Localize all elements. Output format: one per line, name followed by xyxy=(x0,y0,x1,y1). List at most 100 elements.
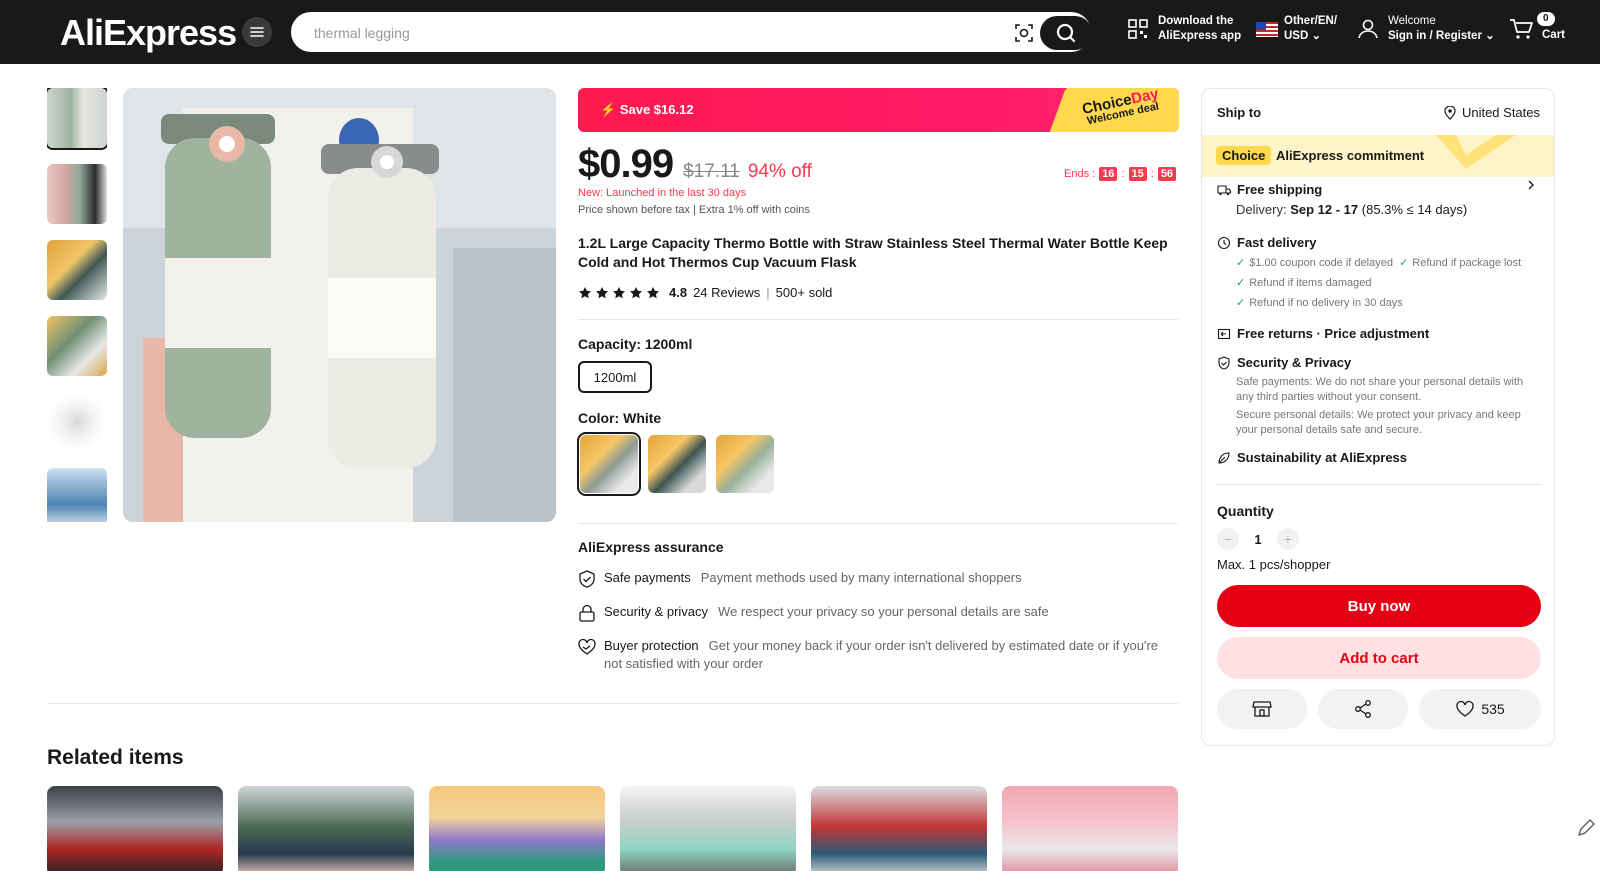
camera-scan-icon xyxy=(1015,24,1033,42)
locale-currency-selector[interactable]: Other/EN/USD ⌄ xyxy=(1256,14,1337,44)
related-item[interactable] xyxy=(47,786,223,871)
fast-delivery-item: ✓ Refund if items damaged xyxy=(1236,277,1372,289)
promo-banner: ⚡ Save $16.12 ChoiceDay Welcome deal xyxy=(578,88,1179,132)
security-privacy-row: Security & Privacy xyxy=(1217,355,1351,370)
security-personal-details-text: Secure personal details: We protect your… xyxy=(1236,409,1521,436)
cart-count-badge: 0 xyxy=(1537,12,1555,26)
related-item[interactable] xyxy=(620,786,796,871)
quantity-decrease-button[interactable]: − xyxy=(1217,528,1239,550)
countdown-timer: Ends : 16: 15: 56 xyxy=(1064,167,1180,181)
image-search-button[interactable] xyxy=(1012,21,1036,45)
shield-check-icon xyxy=(579,570,595,588)
chevron-right-icon[interactable] xyxy=(1526,178,1536,192)
thumbnail-4[interactable] xyxy=(47,316,107,376)
delivery-rate: (85.3% ≤ 14 days) xyxy=(1361,202,1468,217)
welcome-text: Welcome xyxy=(1388,15,1436,27)
cart-icon xyxy=(1510,18,1533,39)
thumbnail-6[interactable] xyxy=(47,468,107,522)
user-icon xyxy=(1358,19,1378,39)
related-item[interactable] xyxy=(811,786,987,871)
divider xyxy=(1217,484,1541,485)
account-menu[interactable]: Welcome Sign in / Register ⌄ xyxy=(1356,14,1495,44)
download-line2: AliExpress app xyxy=(1158,30,1242,42)
assurance-item-title: Safe payments xyxy=(604,570,691,585)
quantity-value[interactable]: 1 xyxy=(1239,532,1277,547)
price-block: $0.99 $17.11 94% off xyxy=(578,142,812,187)
new-launch-note: New: Launched in the last 30 days xyxy=(578,187,747,199)
aliexpress-logo[interactable]: AliExpress xyxy=(60,12,237,54)
star-icon xyxy=(579,286,591,298)
save-amount: ⚡ Save $16.12 xyxy=(600,102,694,117)
free-returns-row: Free returns · Price adjustment xyxy=(1217,326,1429,341)
related-items-title: Related items xyxy=(47,746,184,769)
truck-icon xyxy=(1217,184,1231,195)
feedback-edit-icon[interactable] xyxy=(1574,816,1598,840)
main-product-image[interactable] xyxy=(123,88,556,522)
lock-icon xyxy=(579,604,595,622)
share-button[interactable] xyxy=(1318,689,1408,729)
color-swatch-green[interactable] xyxy=(716,435,774,493)
free-returns-title: Free returns · Price adjustment xyxy=(1237,326,1430,341)
search-input[interactable] xyxy=(314,23,974,43)
countdown-minutes: 15 xyxy=(1128,167,1147,181)
ship-to-country-selector[interactable]: United States xyxy=(1444,105,1540,120)
check-mark-decoration-icon xyxy=(1436,135,1516,169)
search-button[interactable] xyxy=(1040,16,1092,50)
download-app-link[interactable]: Download the AliExpress app xyxy=(1126,14,1241,44)
thumbnail-3[interactable] xyxy=(47,240,107,300)
store-button[interactable] xyxy=(1217,689,1307,729)
wishlist-button[interactable]: 535 xyxy=(1419,689,1541,729)
capacity-option-1200ml[interactable]: 1200ml xyxy=(578,361,652,393)
choice-chip: Choice xyxy=(1216,146,1272,165)
color-swatch-dark-green[interactable] xyxy=(648,435,706,493)
quantity-increase-button[interactable]: + xyxy=(1277,528,1299,550)
leaf-icon xyxy=(1218,451,1230,464)
free-shipping-row[interactable]: Free shipping xyxy=(1217,182,1322,197)
color-label: Color: White xyxy=(578,410,662,426)
sustainability-row[interactable]: Sustainability at AliExpress xyxy=(1217,450,1407,465)
hamburger-icon xyxy=(250,27,264,37)
handshake-heart-icon xyxy=(578,638,596,655)
choice-commitment-text: AliExpress commitment xyxy=(1276,148,1425,163)
thermos-bottles-illustration xyxy=(123,88,556,522)
tax-note: Price shown before tax | Extra 1% off wi… xyxy=(578,204,810,216)
rating-row: 4.8 24 Reviews | 500+ sold xyxy=(578,285,832,300)
store-icon xyxy=(1252,701,1272,717)
assurance-safe-payments: Safe payments Payment methods used by ma… xyxy=(578,569,1178,588)
rating-stars xyxy=(578,286,663,300)
thumbnail-5[interactable] xyxy=(47,392,107,452)
free-shipping-title: Free shipping xyxy=(1237,182,1323,197)
original-price: $17.11 xyxy=(683,161,740,182)
assurance-title: AliExpress assurance xyxy=(578,539,724,555)
assurance-item-title: Buyer protection xyxy=(604,638,699,653)
countdown-hours: 16 xyxy=(1099,167,1118,181)
share-icon xyxy=(1355,700,1371,718)
add-to-cart-button[interactable]: Add to cart xyxy=(1217,637,1541,679)
related-item[interactable] xyxy=(1002,786,1178,871)
divider xyxy=(578,523,1178,524)
heart-icon xyxy=(1456,700,1474,717)
assurance-item-title: Security & privacy xyxy=(604,604,709,619)
menu-button[interactable] xyxy=(242,17,272,47)
wishlist-count: 535 xyxy=(1481,701,1505,717)
reviews-link[interactable]: 24 Reviews xyxy=(693,285,760,300)
buy-now-button[interactable]: Buy now xyxy=(1217,585,1541,627)
star-icon xyxy=(613,286,625,298)
current-price: $0.99 xyxy=(578,142,674,186)
rating-value: 4.8 xyxy=(669,285,688,300)
assurance-security-privacy: Security & privacy We respect your priva… xyxy=(578,603,1178,622)
qr-code-icon xyxy=(1128,19,1148,39)
sustainability-title: Sustainability at AliExpress xyxy=(1237,450,1408,465)
related-item[interactable] xyxy=(238,786,414,871)
quantity-stepper: − 1 + xyxy=(1217,528,1299,550)
thumbnail-2[interactable] xyxy=(47,164,107,224)
related-item[interactable] xyxy=(429,786,605,871)
color-swatch-white[interactable] xyxy=(577,432,641,496)
fast-delivery-row: Fast delivery xyxy=(1217,235,1317,250)
shield-check-icon xyxy=(1218,355,1230,370)
quantity-max-note: Max. 1 pcs/shopper xyxy=(1217,557,1331,572)
security-title: Security & Privacy xyxy=(1237,355,1352,370)
download-line1: Download the xyxy=(1158,15,1234,27)
thumbnail-1[interactable] xyxy=(47,88,107,150)
location-pin-icon xyxy=(1444,105,1456,120)
